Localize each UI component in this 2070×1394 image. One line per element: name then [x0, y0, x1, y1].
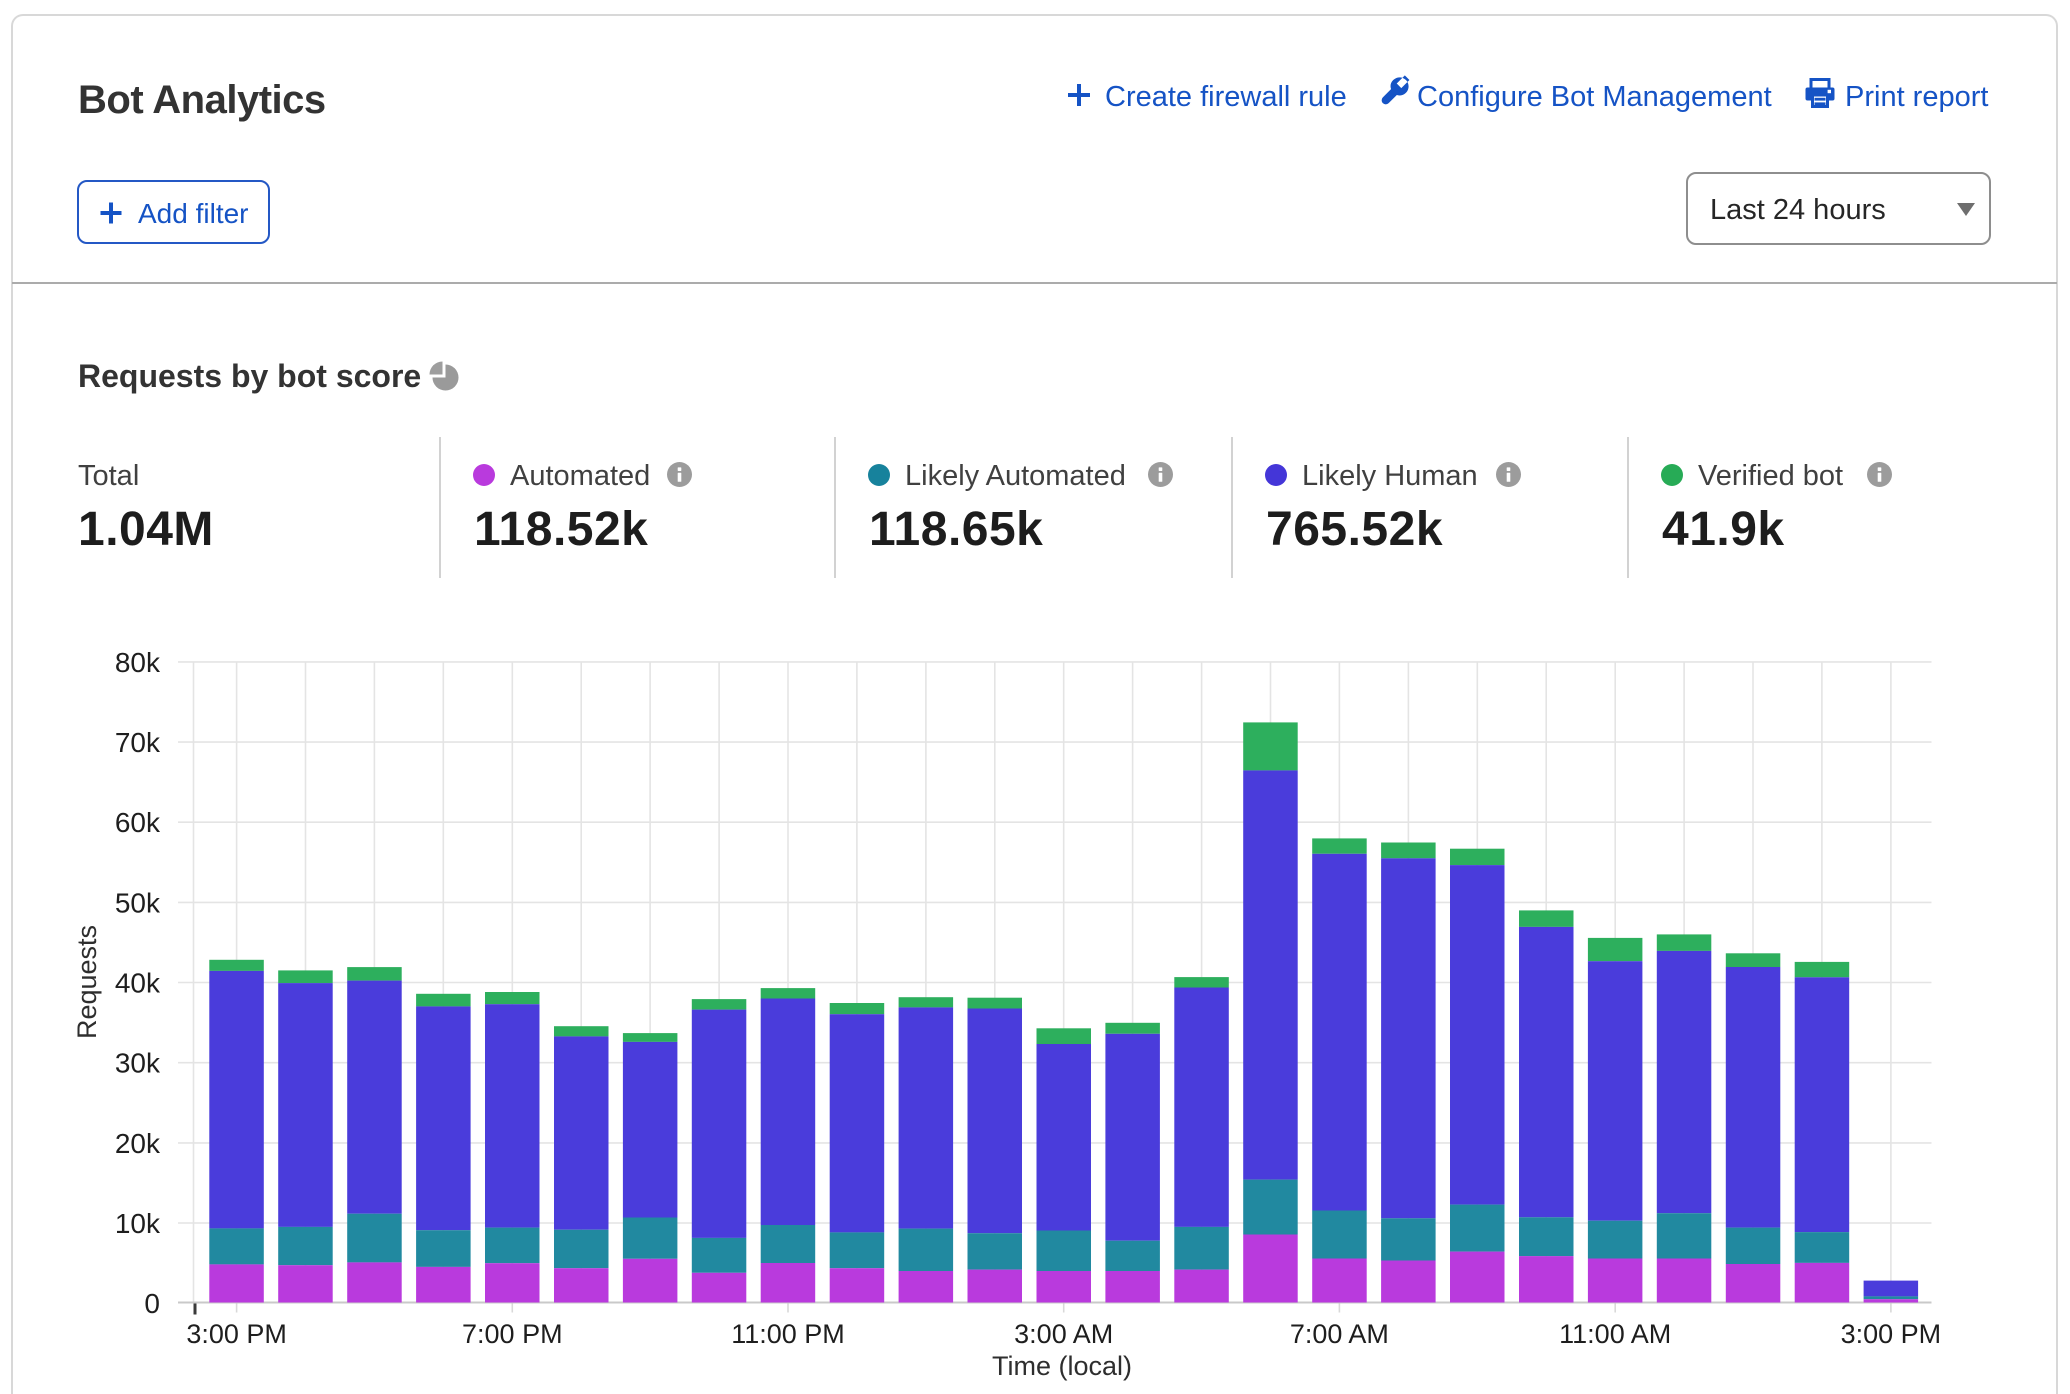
svg-text:3:00 PM: 3:00 PM	[1841, 1319, 1942, 1349]
svg-text:Requests: Requests	[72, 925, 102, 1039]
svg-text:10k: 10k	[115, 1208, 161, 1239]
svg-text:11:00 AM: 11:00 AM	[1559, 1319, 1671, 1349]
svg-text:0: 0	[144, 1288, 160, 1319]
svg-text:60k: 60k	[115, 807, 161, 838]
svg-text:80k: 80k	[115, 647, 161, 678]
svg-text:20k: 20k	[115, 1128, 161, 1159]
svg-text:3:00 PM: 3:00 PM	[186, 1319, 287, 1349]
svg-text:50k: 50k	[115, 887, 161, 918]
svg-text:Time (local): Time (local)	[992, 1351, 1132, 1381]
svg-text:11:00 PM: 11:00 PM	[731, 1319, 845, 1349]
svg-text:70k: 70k	[115, 727, 161, 758]
svg-text:3:00 AM: 3:00 AM	[1014, 1319, 1113, 1349]
svg-text:7:00 PM: 7:00 PM	[462, 1319, 563, 1349]
svg-text:40k: 40k	[115, 968, 161, 999]
svg-text:30k: 30k	[115, 1048, 161, 1079]
svg-text:7:00 AM: 7:00 AM	[1290, 1319, 1389, 1349]
